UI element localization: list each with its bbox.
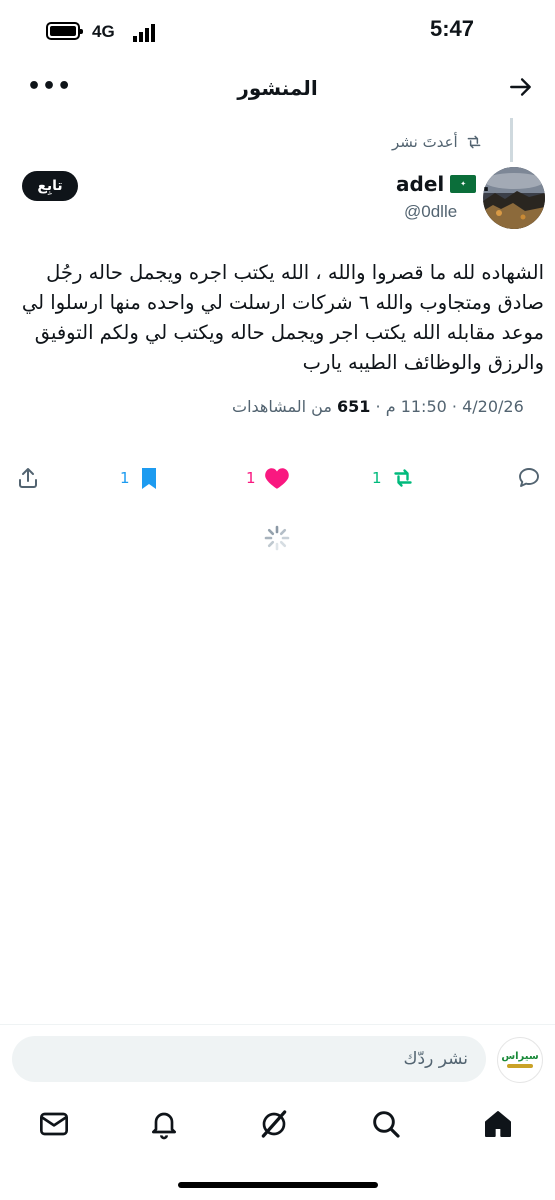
avatar-logo-bar [507,1064,533,1068]
bookmark-button[interactable]: 1 [120,466,160,490]
network-type: 4G [92,22,115,41]
post-text: الشهاده لله ما قصروا والله ، الله يكتب ا… [21,261,544,374]
author-name-text: adel [396,172,445,196]
author-avatar[interactable] [483,167,545,229]
author-handle[interactable]: @0dlle [404,202,457,222]
grok-tab-icon[interactable] [258,1108,290,1140]
status-time: 5:47 [430,16,475,41]
home-indicator [178,1182,378,1188]
repost-context-label: أعدتَ نشر [392,133,458,151]
reply-input[interactable]: نشر ردّك [12,1036,486,1082]
repost-small-icon [467,135,481,149]
reply-button[interactable] [516,466,542,490]
home-tab-icon[interactable] [482,1108,514,1140]
share-button[interactable] [16,466,40,490]
messages-tab-icon[interactable] [38,1108,70,1140]
saudi-flag-icon: ✦ [450,175,477,193]
post-date: 4/20/26 [462,397,524,416]
reply-user-avatar[interactable]: سيراس [497,1037,543,1083]
views-count[interactable]: 651 [337,397,370,416]
avatar-image [483,167,545,229]
post-meta: 4/20/26 · 11:50 م · 651 من المشاهدات [232,397,524,416]
repost-icon [393,469,412,487]
heart-icon [264,468,289,489]
meta-separator: · [451,397,457,416]
follow-button[interactable]: تابِع [22,171,78,201]
search-tab-icon[interactable] [370,1108,402,1140]
notifications-tab-icon[interactable] [148,1108,180,1140]
reply-icon [519,468,539,487]
post-time: 11:50 م [385,397,447,416]
repost-button[interactable]: 1 [372,466,416,490]
thread-line [510,118,513,162]
bookmark-icon [141,468,156,489]
share-icon [19,468,37,488]
repost-count: 1 [372,469,382,487]
author-name[interactable]: adel ✦ . [396,172,490,196]
author-name-suffix: . [482,172,490,196]
back-arrow-icon[interactable] [508,74,534,100]
like-button[interactable]: 1 [246,466,290,490]
avatar-logo-text: سيراس [501,1051,539,1062]
bookmark-count: 1 [120,469,130,487]
like-count: 1 [246,469,256,487]
signal-icon [133,24,155,42]
views-label[interactable]: من المشاهدات [232,397,332,416]
meta-separator-2: · [375,397,381,416]
loading-spinner-icon [264,525,290,551]
page-title: المنشور [237,76,318,100]
repost-context: أعدتَ نشر [392,133,484,151]
battery-icon [46,22,83,40]
reply-divider [0,1024,555,1025]
